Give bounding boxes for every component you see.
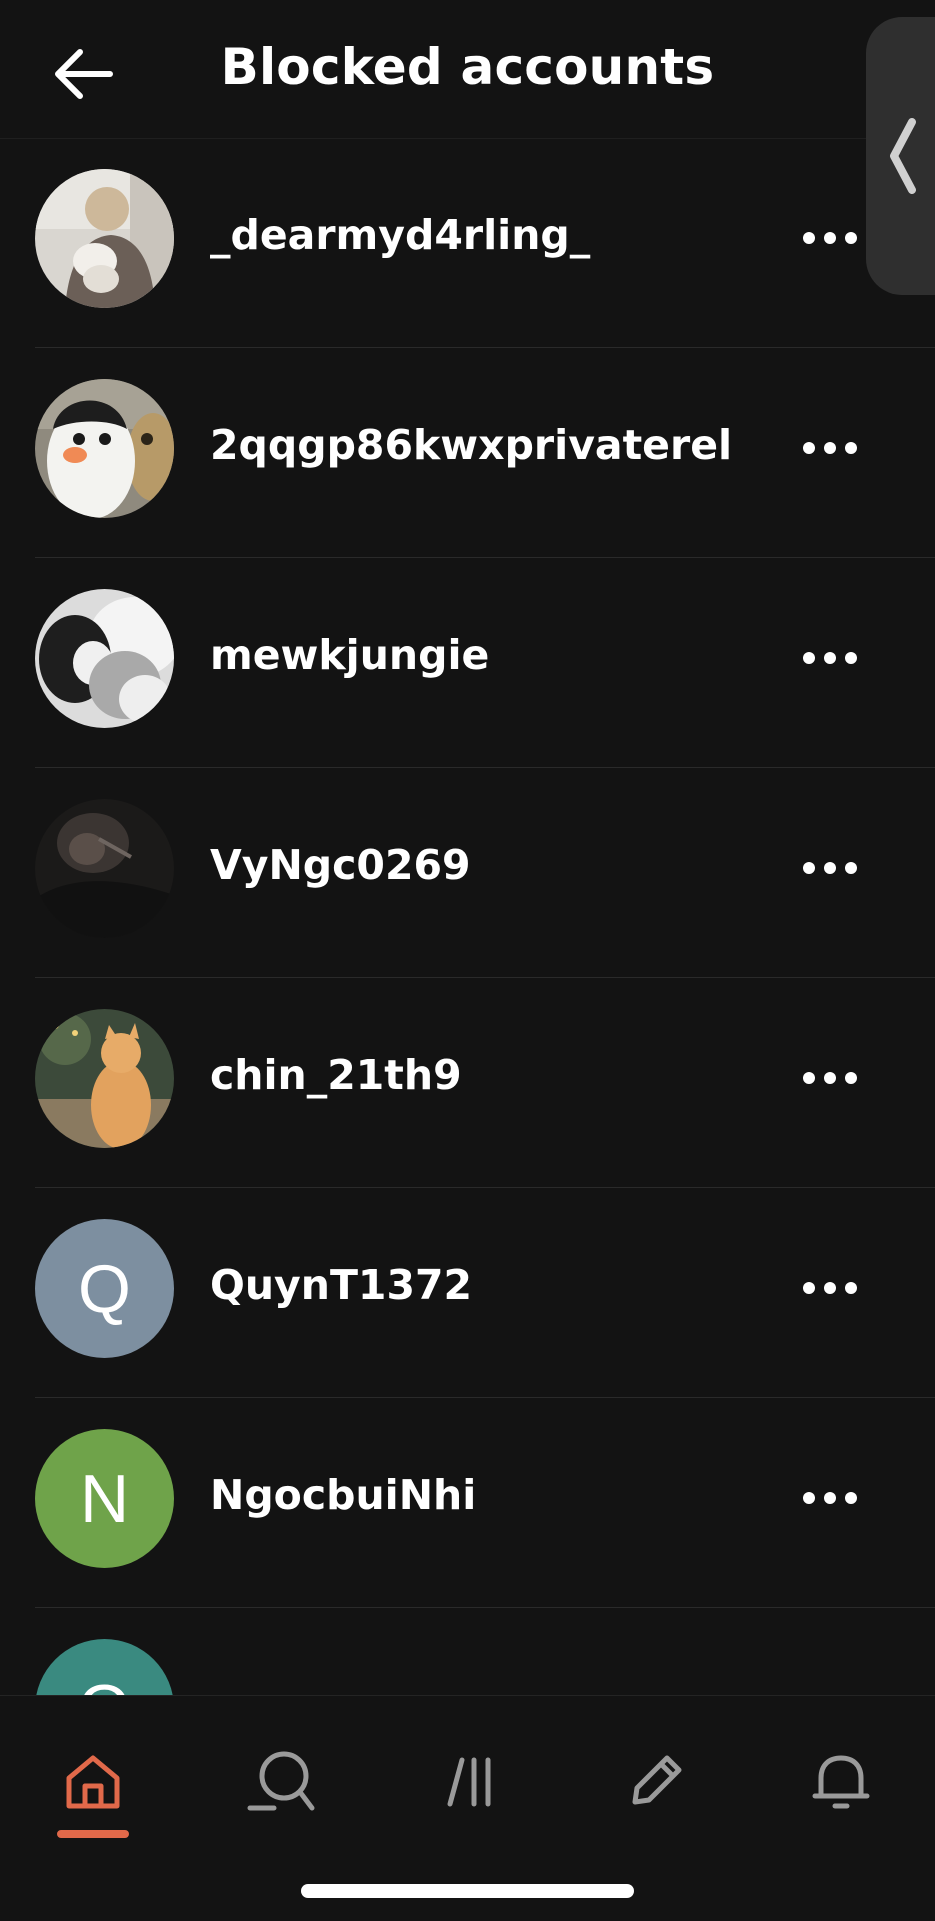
more-options-button[interactable]: [795, 1472, 865, 1524]
more-horizontal-icon: [803, 442, 857, 454]
compose-icon: [632, 1755, 682, 1805]
list-item[interactable]: mewkjungie: [0, 558, 935, 768]
more-horizontal-icon: [803, 862, 857, 874]
username: _dearmyd4rling_: [210, 211, 591, 259]
list-item[interactable]: O: [0, 1608, 935, 1695]
username: QuynT1372: [210, 1261, 473, 1309]
more-horizontal-icon: [803, 1492, 857, 1504]
more-horizontal-icon: [803, 1282, 857, 1294]
more-options-button[interactable]: [795, 632, 865, 684]
avatar[interactable]: Q: [35, 1219, 174, 1358]
avatar[interactable]: [35, 379, 174, 518]
avatar[interactable]: O: [35, 1639, 174, 1695]
list-item[interactable]: N NgocbuiNhi: [0, 1398, 935, 1608]
nav-compose[interactable]: [607, 1734, 703, 1830]
avatar[interactable]: [35, 1009, 174, 1148]
more-options-button[interactable]: [795, 1052, 865, 1104]
more-horizontal-icon: [803, 232, 857, 244]
list-item[interactable]: VyNgc0269: [0, 768, 935, 978]
avatar[interactable]: [35, 799, 174, 938]
avatar[interactable]: N: [35, 1429, 174, 1568]
home-icon: [66, 1755, 120, 1809]
more-options-button[interactable]: [795, 842, 865, 894]
more-horizontal-icon: [803, 652, 857, 664]
username: NgocbuiNhi: [210, 1471, 477, 1519]
top-bar: Blocked accounts: [0, 0, 935, 139]
list-item[interactable]: chin_21th9: [0, 978, 935, 1188]
page-title: Blocked accounts: [220, 38, 715, 96]
avatar-initial: N: [79, 1460, 130, 1537]
search-icon: [247, 1751, 315, 1811]
more-horizontal-icon: [803, 1072, 857, 1084]
bottom-navigation: [0, 1695, 935, 1921]
home-indicator[interactable]: [301, 1884, 634, 1898]
nav-notifications[interactable]: [793, 1734, 889, 1830]
feed-icon: [447, 1757, 491, 1807]
avatar[interactable]: [35, 169, 174, 308]
avatar-initial: O: [78, 1670, 131, 1696]
username: 2qqgp86kwxprivaterel: [210, 421, 733, 469]
username: VyNgc0269: [210, 841, 471, 889]
nav-home[interactable]: [45, 1734, 141, 1830]
avatar-initial: Q: [78, 1250, 131, 1327]
more-options-button[interactable]: [795, 212, 865, 264]
list-item[interactable]: Q QuynT1372: [0, 1188, 935, 1398]
nav-feed[interactable]: [422, 1734, 518, 1830]
list-item[interactable]: _dearmyd4rling_: [0, 138, 935, 348]
username: mewkjungie: [210, 631, 490, 679]
avatar[interactable]: [35, 589, 174, 728]
nav-search[interactable]: [234, 1734, 330, 1830]
username: chin_21th9: [210, 1051, 462, 1099]
more-options-button[interactable]: [795, 422, 865, 474]
blocked-accounts-list: _dearmyd4rling_ 2qqgp86kwxprivaterel mew…: [0, 138, 935, 1695]
bell-icon: [812, 1755, 870, 1809]
list-item[interactable]: 2qqgp86kwxprivaterel: [0, 348, 935, 558]
active-tab-indicator: [57, 1830, 129, 1838]
more-options-button[interactable]: [795, 1262, 865, 1314]
